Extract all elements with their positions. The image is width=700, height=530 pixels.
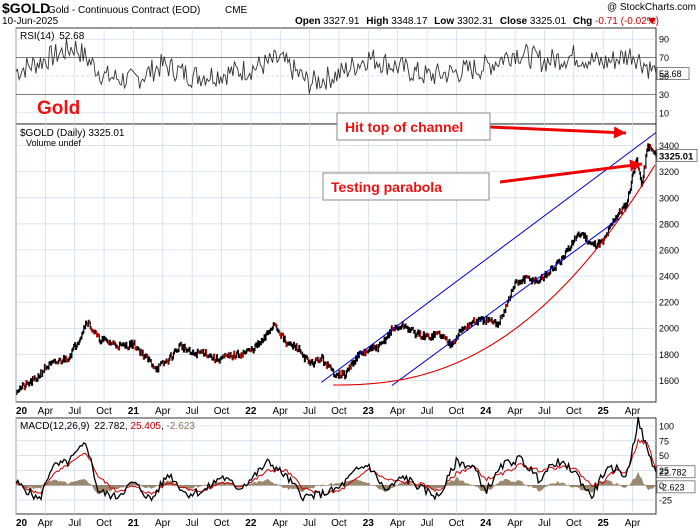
x-tick-label-macd: Oct	[449, 518, 465, 529]
rsi-tick-label: 90	[659, 35, 669, 45]
rsi-tick-label: 10	[659, 108, 669, 118]
macd-tick-label: 0	[659, 481, 664, 491]
price-tick-label: 1800	[659, 350, 679, 360]
macd-tick-label: -25	[659, 496, 672, 506]
low-value: 3302.31	[457, 16, 494, 27]
high-label: High	[366, 16, 388, 27]
x-tick-label: Jul	[186, 406, 199, 417]
rsi-tick-label: 70	[659, 53, 669, 63]
stock-chart: $GOLD Gold - Continuous Contract (EOD) C…	[2, 0, 698, 529]
price-tick-label: 1600	[659, 376, 679, 386]
x-tick-label-macd: Oct	[331, 518, 347, 529]
open-value: 3327.91	[323, 16, 360, 27]
x-tick-label: 23	[363, 406, 375, 417]
hit-top-annotation: Hit top of channel	[345, 119, 463, 135]
x-tick-label: Apr	[507, 406, 523, 417]
copyright-label: @ StockCharts.com	[607, 2, 696, 13]
chg-value: -0.71 (-0.02%)	[595, 16, 659, 27]
price-tick-label: 2000	[659, 324, 679, 334]
testing-parabola-annotation: Testing parabola	[331, 179, 442, 195]
x-tick-label-macd: Jul	[186, 518, 199, 529]
gold-heading: Gold	[37, 98, 80, 119]
x-tick-label: Oct	[331, 406, 347, 417]
x-tick-label: Apr	[390, 406, 406, 417]
price-tick-label: 2800	[659, 219, 679, 229]
low-label: Low	[434, 16, 454, 27]
rsi-tick-label: 30	[659, 90, 669, 100]
x-tick-label-macd: Apr	[38, 518, 54, 529]
x-tick-label-macd: Jul	[538, 518, 551, 529]
x-tick-label: Oct	[96, 406, 112, 417]
x-tick-label: 25	[598, 406, 610, 417]
x-tick-label: Jul	[421, 406, 434, 417]
volume-legend: Volume undef	[26, 138, 82, 148]
price-tick-label: 2600	[659, 245, 679, 255]
x-tick-label-macd: Oct	[566, 518, 582, 529]
price-tick-label: 3000	[659, 193, 679, 203]
x-tick-label-macd: 23	[363, 518, 375, 529]
rsi-tick-label: 50	[659, 72, 669, 82]
symbol-title: $GOLD	[2, 0, 50, 16]
high-value: 3348.17	[391, 16, 428, 27]
exchange-label: CME	[225, 5, 248, 16]
x-tick-label-macd: 20	[16, 518, 28, 529]
macd-tick-label: 50	[659, 451, 669, 461]
price-tick-label: 3400	[659, 141, 679, 151]
x-tick-label-macd: Apr	[507, 518, 523, 529]
price-tick-label: 2400	[659, 272, 679, 282]
x-tick-label-macd: 24	[480, 518, 492, 529]
rsi-legend: RSI(14) 52.68	[20, 31, 85, 42]
x-tick-label-macd: Apr	[625, 518, 641, 529]
x-tick-label: Apr	[155, 406, 171, 417]
histogram-value: -2.623	[167, 421, 196, 432]
close-label: Close	[500, 16, 528, 27]
macd-label: MACD(12,26,9)	[20, 421, 89, 432]
x-tick-label: Oct	[449, 406, 465, 417]
x-tick-label-macd: 21	[128, 518, 140, 529]
x-tick-label: Oct	[214, 406, 230, 417]
macd-tick-label: 100	[659, 421, 674, 431]
x-tick-label: Apr	[625, 406, 641, 417]
x-tick-label: Apr	[38, 406, 54, 417]
macd-value: 22.782	[94, 421, 125, 432]
x-tick-label-macd: Oct	[96, 518, 112, 529]
x-tick-label-macd: Apr	[155, 518, 171, 529]
x-tick-label: Jul	[303, 406, 316, 417]
x-tick-label-macd: 22	[245, 518, 257, 529]
chart-date: 10-Jun-2025	[2, 16, 59, 27]
x-tick-label-macd: Jul	[421, 518, 434, 529]
instrument-name: Gold - Continuous Contract (EOD)	[48, 5, 200, 16]
x-tick-label: Apr	[272, 406, 288, 417]
x-tick-label: Oct	[566, 406, 582, 417]
last-price-tag-text: 3325.01	[659, 151, 694, 162]
signal-value: 25.405	[130, 421, 161, 432]
x-tick-label: 20	[16, 406, 28, 417]
rsi-label: RSI(14)	[20, 31, 54, 42]
rsi-value: 52.68	[59, 31, 84, 42]
quote-line: Open 3327.91 High 3348.17 Low 3302.31 Cl…	[295, 16, 659, 27]
x-tick-label-macd: Jul	[303, 518, 316, 529]
x-tick-label: Jul	[68, 406, 81, 417]
x-tick-label-macd: Apr	[272, 518, 288, 529]
x-tick-label-macd: Jul	[68, 518, 81, 529]
x-tick-label-macd: Oct	[214, 518, 230, 529]
x-tick-label: 21	[128, 406, 140, 417]
open-label: Open	[295, 16, 321, 27]
close-value: 3325.01	[530, 16, 567, 27]
x-tick-label: 24	[480, 406, 492, 417]
x-tick-label: 22	[245, 406, 257, 417]
macd-tick-label: 75	[659, 436, 669, 446]
price-tick-label: 2200	[659, 298, 679, 308]
x-tick-label-macd: 25	[598, 518, 610, 529]
x-tick-label: Jul	[538, 406, 551, 417]
chg-label: Chg	[573, 16, 592, 27]
price-tick-label: 3200	[659, 167, 679, 177]
x-tick-label-macd: Apr	[390, 518, 406, 529]
macd-tick-label: 25	[659, 466, 669, 476]
macd-legend: MACD(12,26,9) 22.782, 25.405, -2.623	[20, 421, 195, 432]
